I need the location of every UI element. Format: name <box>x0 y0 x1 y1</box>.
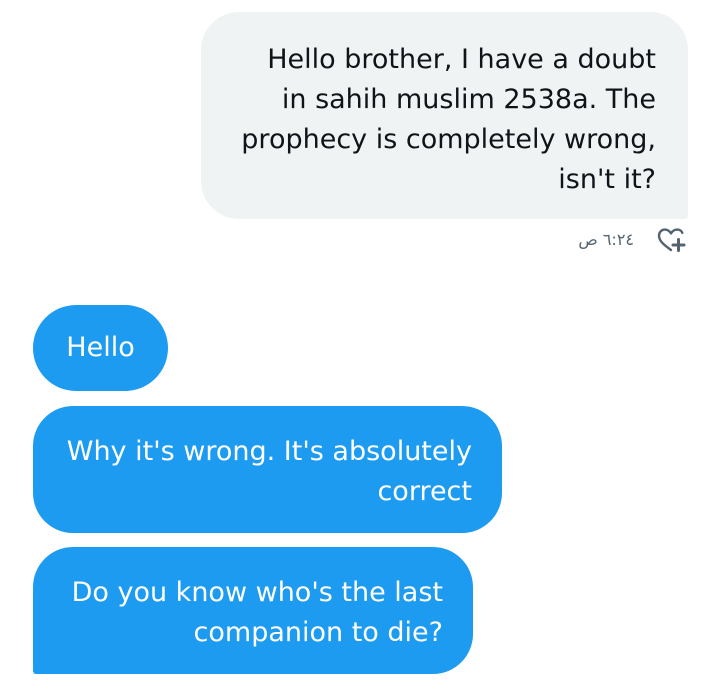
message-bubble-received[interactable]: Do you know who's the last companion to … <box>33 547 473 674</box>
heart-plus-icon[interactable] <box>656 226 686 254</box>
message-bubble-sent[interactable]: Hello brother, I have a doubt in sahih m… <box>201 12 688 219</box>
message-bubble-received[interactable]: Why it's wrong. It's absolutely correct <box>33 406 502 533</box>
message-bubble-received[interactable]: Hello <box>33 305 168 391</box>
message-timestamp: ٦:٢٤ ص <box>578 230 634 249</box>
message-meta: ٦:٢٤ ص <box>578 226 686 254</box>
